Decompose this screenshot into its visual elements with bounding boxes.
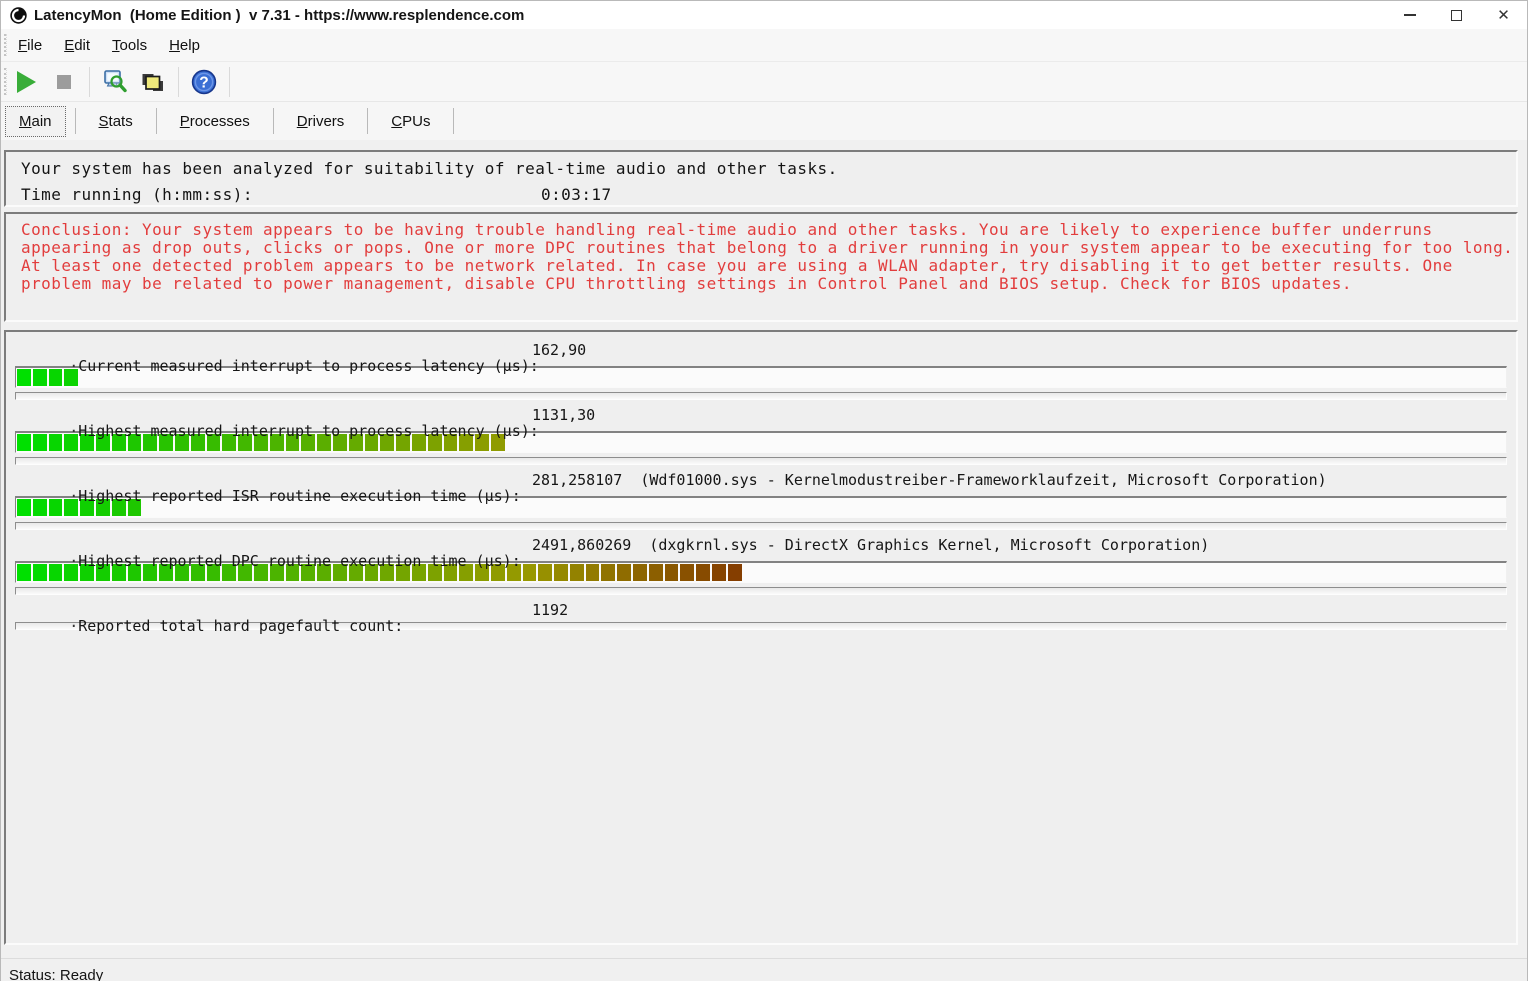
meter-label-row: ·Highest measured interrupt to process l…	[15, 407, 1507, 423]
meter-value: 281,258107	[532, 472, 622, 488]
meter-value: 1192	[532, 602, 568, 618]
meter-row: ·Highest measured interrupt to process l…	[15, 407, 1507, 465]
question-mark-icon: ?	[191, 69, 217, 95]
window-controls: ✕	[1386, 1, 1527, 29]
meter-secondary-bar	[15, 392, 1507, 400]
conclusion-text: Conclusion: Your system appears to be ha…	[21, 221, 1516, 239]
meter-secondary-bar	[15, 457, 1507, 465]
bullet-icon: ·	[69, 552, 78, 570]
meter-row: ·Highest reported DPC routine execution …	[15, 537, 1507, 595]
bullet-icon: ·	[69, 487, 78, 505]
tab-separator	[453, 108, 454, 134]
meter-row: ·Highest reported ISR routine execution …	[15, 472, 1507, 530]
minimize-button[interactable]	[1386, 1, 1433, 29]
svg-text:?: ?	[199, 74, 208, 91]
analysis-info-panel: Your system has been analyzed for suitab…	[4, 150, 1518, 207]
tab-cpus[interactable]: CPUs	[377, 106, 444, 137]
status-text: Status: Ready	[9, 967, 103, 981]
toolbar-gripper	[4, 68, 7, 95]
minimize-icon	[1404, 14, 1416, 16]
close-button[interactable]: ✕	[1480, 1, 1527, 29]
help-button[interactable]: ?	[186, 65, 222, 99]
toolbar-separator	[178, 67, 179, 97]
conclusion-panel: Conclusion: Your system appears to be ha…	[4, 212, 1518, 322]
start-monitor-button[interactable]	[8, 65, 44, 99]
tab-bar: Main Stats Processes Drivers CPUs	[1, 102, 1527, 140]
tab-separator	[367, 108, 368, 134]
meters-panel: ·Current measured interrupt to process l…	[4, 330, 1518, 945]
meter-label-row: ·Reported total hard pagefault count: 11…	[15, 602, 1507, 618]
tab-separator	[75, 108, 76, 134]
menu-item-edit[interactable]: Edit	[53, 32, 101, 59]
menu-item-tools[interactable]: Tools	[101, 32, 158, 59]
tab-drivers[interactable]: Drivers	[283, 106, 359, 137]
stop-monitor-button[interactable]	[46, 65, 82, 99]
app-icon	[10, 7, 27, 24]
tab-processes[interactable]: Processes	[166, 106, 264, 137]
conclusion-text: appearing as drop outs, clicks or pops. …	[21, 239, 1516, 257]
toolbar-separator	[229, 67, 230, 97]
meter-driver-detail: (Wdf01000.sys - Kernelmodustreiber-Frame…	[640, 472, 1326, 488]
meter-label: Highest reported DPC routine execution t…	[78, 552, 521, 570]
meter-value: 162,90	[532, 342, 586, 358]
computer-magnifier-icon	[102, 69, 128, 95]
toolbar: ?	[1, 62, 1527, 102]
analysis-summary-line: Your system has been analyzed for suitab…	[21, 158, 1516, 184]
menu-item-file[interactable]: File	[7, 32, 53, 59]
tab-separator	[273, 108, 274, 134]
meter-row: ·Reported total hard pagefault count: 11…	[15, 602, 1507, 630]
meter-secondary-bar	[15, 522, 1507, 530]
latencymon-window: LatencyMon (Home Edition ) v 7.31 - http…	[0, 0, 1528, 981]
tab-separator	[156, 108, 157, 134]
bullet-icon: ·	[69, 422, 78, 440]
play-icon	[17, 71, 36, 93]
close-icon: ✕	[1497, 8, 1510, 23]
main-tab-content: Your system has been analyzed for suitab…	[1, 150, 1527, 958]
tab-stats[interactable]: Stats	[85, 106, 147, 137]
bullet-icon: ·	[69, 357, 78, 375]
toolbar-separator	[89, 67, 90, 97]
conclusion-text: At least one detected problem appears to…	[21, 257, 1516, 275]
meter-label: Highest measured interrupt to process la…	[78, 422, 539, 440]
window-title: LatencyMon (Home Edition ) v 7.31 - http…	[34, 7, 524, 24]
time-running-value: 0:03:17	[541, 184, 612, 206]
meter-value: 2491,860269	[532, 537, 631, 553]
copy-windows-icon	[140, 69, 166, 95]
meter-secondary-bar	[15, 587, 1507, 595]
maximize-icon	[1451, 10, 1462, 21]
title-bar: LatencyMon (Home Edition ) v 7.31 - http…	[1, 1, 1527, 29]
maximize-button[interactable]	[1433, 1, 1480, 29]
meter-label-row: ·Highest reported DPC routine execution …	[15, 537, 1507, 553]
menu-bar: File Edit Tools Help	[1, 29, 1527, 62]
copy-report-button[interactable]	[135, 65, 171, 99]
menu-item-help[interactable]: Help	[158, 32, 211, 59]
stop-icon	[57, 75, 71, 89]
conclusion-text: problem may be related to power manageme…	[21, 275, 1516, 293]
meter-label-row: ·Highest reported ISR routine execution …	[15, 472, 1507, 488]
meter-label-row: ·Current measured interrupt to process l…	[15, 342, 1507, 358]
status-bar: Status: Ready	[1, 958, 1527, 981]
analyze-system-button[interactable]	[97, 65, 133, 99]
meter-row: ·Current measured interrupt to process l…	[15, 342, 1507, 400]
meter-driver-detail: (dxgkrnl.sys - DirectX Graphics Kernel, …	[649, 537, 1209, 553]
meter-label: Current measured interrupt to process la…	[78, 357, 539, 375]
time-running-label: Time running (h:mm:ss):	[21, 185, 253, 204]
tab-main[interactable]: Main	[5, 106, 66, 137]
time-running-row: Time running (h:mm:ss): 0:03:17	[21, 184, 1516, 210]
meter-label: Highest reported ISR routine execution t…	[78, 487, 521, 505]
meter-label: Reported total hard pagefault count:	[78, 617, 403, 635]
bullet-icon: ·	[69, 617, 78, 635]
meter-value: 1131,30	[532, 407, 595, 423]
